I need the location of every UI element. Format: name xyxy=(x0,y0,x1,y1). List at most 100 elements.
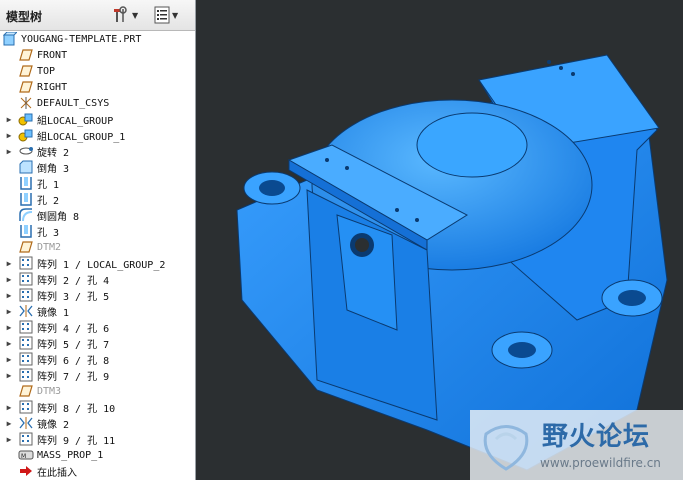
tree-item[interactable]: ▶ 镜像 1 xyxy=(0,303,195,319)
tree-item-label: 阵列 1 / LOCAL_GROUP_2 xyxy=(37,259,166,271)
tree-item[interactable]: M MASS_PROP_1 xyxy=(0,447,195,463)
tree-item[interactable]: TOP xyxy=(0,63,195,79)
chevron-down-icon: ▼ xyxy=(132,10,139,20)
tree-item[interactable]: ▶ 組LOCAL_GROUP xyxy=(0,111,195,127)
tree-item[interactable]: ▶ 組LOCAL_GROUP_1 xyxy=(0,127,195,143)
pattern-icon xyxy=(18,400,34,414)
tree-item[interactable]: 倒圆角 8 xyxy=(0,207,195,223)
revolve-icon xyxy=(18,144,34,158)
expand-arrow-icon[interactable]: ▶ xyxy=(4,291,14,300)
watermark-logo-icon xyxy=(483,425,529,471)
tree-item-label: 倒圆角 8 xyxy=(37,211,80,223)
pattern-icon xyxy=(18,320,34,334)
tree-item-label: 孔 2 xyxy=(37,195,60,207)
model-tree[interactable]: YOUGANG-TEMPLATE.PRT FRONT TOP RIGHT DEFAULT… xyxy=(0,31,195,480)
tree-item[interactable]: ▶ 阵列 8 / 孔 10 xyxy=(0,399,195,415)
tree-item-label: 阵列 4 / 孔 6 xyxy=(37,323,110,335)
tree-item[interactable]: ▶ 阵列 3 / 孔 5 xyxy=(0,287,195,303)
pattern-icon xyxy=(18,336,34,350)
datum-plane-icon xyxy=(18,64,34,78)
tree-item-label: 孔 3 xyxy=(37,227,60,239)
panel-title: 模型树 xyxy=(6,10,43,24)
expand-arrow-icon[interactable]: ▶ xyxy=(4,435,14,444)
tree-item-label: DTM2 xyxy=(37,241,62,253)
expand-arrow-icon[interactable]: ▶ xyxy=(4,339,14,348)
expand-arrow-icon[interactable]: ▶ xyxy=(4,147,14,156)
part-model-3d[interactable] xyxy=(197,0,683,480)
tree-item[interactable]: ▶ 阵列 6 / 孔 8 xyxy=(0,351,195,367)
tree-item[interactable]: 孔 2 xyxy=(0,191,195,207)
expand-arrow-icon[interactable]: ▶ xyxy=(4,371,14,380)
expand-arrow-icon[interactable]: ▶ xyxy=(4,307,14,316)
tree-item[interactable]: ▶ 镜像 2 xyxy=(0,415,195,431)
tree-item[interactable]: DTM3 xyxy=(0,383,195,399)
tree-item[interactable]: 倒角 3 xyxy=(0,159,195,175)
tree-item[interactable]: ▶ 阵列 7 / 孔 9 xyxy=(0,367,195,383)
tree-item-label: 阵列 6 / 孔 8 xyxy=(37,355,110,367)
tree-item-label: 阵列 9 / 孔 11 xyxy=(37,435,116,447)
tree-item[interactable]: ▶ 阵列 1 / LOCAL_GROUP_2 xyxy=(0,255,195,271)
expand-arrow-icon[interactable]: ▶ xyxy=(4,419,14,428)
insert-arrow-icon xyxy=(18,464,34,478)
tools-button[interactable]: ▼ xyxy=(112,6,138,24)
tree-item-label: 阵列 5 / 孔 7 xyxy=(37,339,110,351)
expand-arrow-icon[interactable]: ▶ xyxy=(4,131,14,140)
tree-item-label: 阵列 7 / 孔 9 xyxy=(37,371,110,383)
tree-item-label: RIGHT xyxy=(37,81,68,93)
tree-item[interactable]: DEFAULT_CSYS xyxy=(0,95,195,111)
group-icon xyxy=(18,128,34,142)
tree-item[interactable]: ▶ 旋转 2 xyxy=(0,143,195,159)
tree-item-label: 阵列 8 / 孔 10 xyxy=(37,403,116,415)
datum-plane-icon xyxy=(18,240,34,254)
expand-arrow-icon[interactable]: ▶ xyxy=(4,403,14,412)
tree-item[interactable]: FRONT xyxy=(0,47,195,63)
tree-item[interactable]: ▶ 阵列 4 / 孔 6 xyxy=(0,319,195,335)
tree-item[interactable]: RIGHT xyxy=(0,79,195,95)
watermark-url: www.proewildfire.cn xyxy=(540,456,661,470)
chamfer-icon xyxy=(18,160,34,174)
tree-item-label: 阵列 2 / 孔 4 xyxy=(37,275,110,287)
tree-settings-icon xyxy=(154,6,170,24)
tree-item[interactable]: 孔 3 xyxy=(0,223,195,239)
tree-item-label: DTM3 xyxy=(37,385,62,397)
tree-item[interactable]: ▶ 阵列 9 / 孔 11 xyxy=(0,431,195,447)
expand-arrow-icon[interactable]: ▶ xyxy=(4,275,14,284)
hole-icon xyxy=(18,224,34,238)
tree-item-label: DEFAULT_CSYS xyxy=(37,97,110,109)
tree-item-label: 組LOCAL_GROUP_1 xyxy=(37,131,126,143)
tree-item-label: 倒角 3 xyxy=(37,163,70,175)
datum-plane-icon xyxy=(18,80,34,94)
expand-arrow-icon[interactable]: ▶ xyxy=(4,115,14,124)
datum-plane-icon xyxy=(18,384,34,398)
hole-icon xyxy=(18,192,34,206)
analysis-icon: M xyxy=(18,448,34,462)
tree-item-label: 旋转 2 xyxy=(37,147,70,159)
tree-item[interactable]: DTM2 xyxy=(0,239,195,255)
group-icon xyxy=(18,112,34,126)
tree-root-item[interactable]: YOUGANG-TEMPLATE.PRT xyxy=(0,31,195,47)
tree-item-label: FRONT xyxy=(37,49,68,61)
pattern-icon xyxy=(18,368,34,382)
tree-item-label: 镜像 2 xyxy=(37,419,70,431)
tree-settings-button[interactable]: ▼ xyxy=(154,6,178,24)
tree-item[interactable]: 在此插入 xyxy=(0,463,195,479)
tree-item[interactable]: 孔 1 xyxy=(0,175,195,191)
part-icon xyxy=(2,32,18,46)
tools-icon xyxy=(114,6,127,22)
tree-item-label: TOP xyxy=(37,65,56,77)
expand-arrow-icon[interactable]: ▶ xyxy=(4,355,14,364)
graphics-viewport[interactable] xyxy=(197,0,683,480)
tree-item[interactable]: ▶ 阵列 5 / 孔 7 xyxy=(0,335,195,351)
tree-item-label: 孔 1 xyxy=(37,179,60,191)
mirror-icon xyxy=(18,416,34,430)
tree-item-label: YOUGANG-TEMPLATE.PRT xyxy=(21,33,142,45)
tree-item-label: 镜像 1 xyxy=(37,307,70,319)
expand-arrow-icon[interactable]: ▶ xyxy=(4,259,14,268)
pattern-icon xyxy=(18,288,34,302)
datum-plane-icon xyxy=(18,48,34,62)
chevron-down-icon: ▼ xyxy=(172,10,179,20)
svg-text:M: M xyxy=(21,453,26,460)
expand-arrow-icon[interactable]: ▶ xyxy=(4,323,14,332)
tree-item[interactable]: ▶ 阵列 2 / 孔 4 xyxy=(0,271,195,287)
pattern-icon xyxy=(18,432,34,446)
